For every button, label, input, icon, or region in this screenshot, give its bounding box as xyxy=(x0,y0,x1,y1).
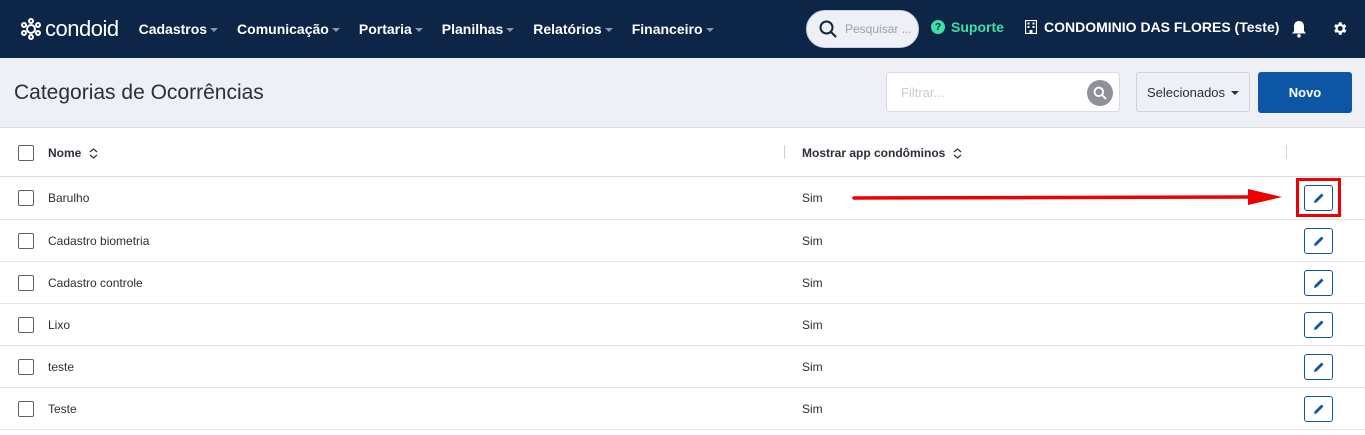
row-checkbox[interactable] xyxy=(18,190,34,206)
sort-icon xyxy=(89,147,98,159)
search-icon xyxy=(819,20,837,38)
row-checkbox[interactable] xyxy=(18,401,34,417)
cell-show-app: Sim xyxy=(802,360,823,374)
global-search-input[interactable]: Pesquisar ... xyxy=(806,10,919,48)
cell-show-app: Sim xyxy=(802,234,823,248)
table-row[interactable]: Cadastro biometria Sim xyxy=(0,220,1365,262)
top-navbar: condoid Cadastros Comunicação Portaria P… xyxy=(0,0,1365,58)
edit-button[interactable] xyxy=(1304,270,1333,296)
brand-logo[interactable]: condoid xyxy=(20,16,119,42)
chevron-down-icon xyxy=(705,27,714,32)
new-button[interactable]: Novo xyxy=(1258,72,1352,113)
gear-icon[interactable] xyxy=(1331,20,1348,37)
condo-name: CONDOMINIO DAS FLORES (Teste) xyxy=(1044,19,1280,35)
row-checkbox[interactable] xyxy=(18,359,34,375)
brand-name: condoid xyxy=(45,16,119,41)
highlight-box-annotation xyxy=(1296,178,1341,217)
chevron-down-icon xyxy=(1231,90,1240,95)
pencil-icon xyxy=(1313,362,1323,372)
nav-label: Planilhas xyxy=(441,21,504,37)
cell-name: Barulho xyxy=(48,191,90,205)
cell-show-app: Sim xyxy=(802,276,823,290)
search-placeholder: Pesquisar ... xyxy=(845,22,912,36)
select-all-checkbox[interactable] xyxy=(18,145,34,161)
column-label: Mostrar app condôminos xyxy=(802,146,946,160)
help-icon: ? xyxy=(931,20,945,34)
chevron-down-icon xyxy=(414,27,423,32)
table-header: Nome Mostrar app condôminos xyxy=(0,129,1365,177)
nav-label: Portaria xyxy=(358,21,412,37)
column-divider[interactable] xyxy=(1286,145,1287,159)
cell-name: Teste xyxy=(48,402,77,416)
categories-table: Nome Mostrar app condôminos Barulho Sim … xyxy=(0,129,1365,430)
cell-name: Cadastro controle xyxy=(48,276,143,290)
column-label: Nome xyxy=(48,146,82,160)
page-toolbar: Categorias de Ocorrências Filtrar... Sel… xyxy=(0,58,1365,128)
table-row[interactable]: Teste Sim xyxy=(0,388,1365,430)
building-icon xyxy=(1025,20,1037,34)
nav-item-comunicacao[interactable]: Comunicação xyxy=(237,21,340,37)
selected-label: Selecionados xyxy=(1146,84,1226,100)
bell-icon[interactable] xyxy=(1291,20,1307,38)
column-header-name[interactable]: Nome xyxy=(48,146,98,160)
chevron-down-icon xyxy=(210,27,219,32)
nav-item-cadastros[interactable]: Cadastros xyxy=(138,21,219,37)
nav-label: Relatórios xyxy=(533,21,602,37)
condoid-logo-icon xyxy=(21,18,41,40)
nav-item-relatorios[interactable]: Relatórios xyxy=(533,21,613,37)
nav-item-financeiro[interactable]: Financeiro xyxy=(632,21,714,37)
row-checkbox[interactable] xyxy=(18,233,34,249)
chevron-down-icon xyxy=(506,27,515,32)
filter-input[interactable]: Filtrar... xyxy=(886,72,1120,112)
nav-item-portaria[interactable]: Portaria xyxy=(359,21,423,37)
search-icon xyxy=(1093,86,1107,100)
nav-label: Financeiro xyxy=(631,21,703,37)
pencil-icon xyxy=(1313,320,1323,330)
red-arrow-annotation xyxy=(852,189,1282,205)
cell-name: Lixo xyxy=(48,318,71,332)
column-header-show-app[interactable]: Mostrar app condôminos xyxy=(802,146,962,160)
support-link[interactable]: ? Suporte xyxy=(931,19,1004,35)
column-divider[interactable] xyxy=(784,145,785,159)
table-row[interactable]: Lixo Sim xyxy=(0,304,1365,346)
pencil-icon xyxy=(1313,236,1323,246)
cell-show-app: Sim xyxy=(802,191,823,205)
selected-actions-dropdown[interactable]: Selecionados xyxy=(1136,72,1250,112)
pencil-icon xyxy=(1313,278,1323,288)
edit-button[interactable] xyxy=(1304,396,1333,422)
cell-name: teste xyxy=(48,360,75,374)
table-row[interactable]: teste Sim xyxy=(0,346,1365,388)
filter-placeholder: Filtrar... xyxy=(901,85,945,100)
table-row[interactable]: Cadastro controle Sim xyxy=(0,262,1365,304)
cell-show-app: Sim xyxy=(802,402,823,416)
edit-button[interactable] xyxy=(1304,312,1333,338)
nav-label: Cadastros xyxy=(138,21,208,37)
edit-button[interactable] xyxy=(1304,354,1333,380)
row-checkbox[interactable] xyxy=(18,275,34,291)
support-label: Suporte xyxy=(951,19,1004,35)
chevron-down-icon xyxy=(331,27,340,32)
nav-label: Comunicação xyxy=(237,21,329,37)
condo-selector[interactable]: CONDOMINIO DAS FLORES (Teste) xyxy=(1025,19,1279,35)
row-checkbox[interactable] xyxy=(18,317,34,333)
edit-button[interactable] xyxy=(1304,228,1333,254)
nav-item-planilhas[interactable]: Planilhas xyxy=(441,21,515,37)
chevron-down-icon xyxy=(604,27,613,32)
cell-show-app: Sim xyxy=(802,318,823,332)
filter-search-button[interactable] xyxy=(1087,80,1113,106)
sort-icon xyxy=(953,147,962,159)
cell-name: Cadastro biometria xyxy=(48,234,150,248)
main-nav: Cadastros Comunicação Portaria Planilhas… xyxy=(139,21,733,37)
pencil-icon xyxy=(1313,404,1323,414)
page-title: Categorias de Ocorrências xyxy=(14,81,264,104)
